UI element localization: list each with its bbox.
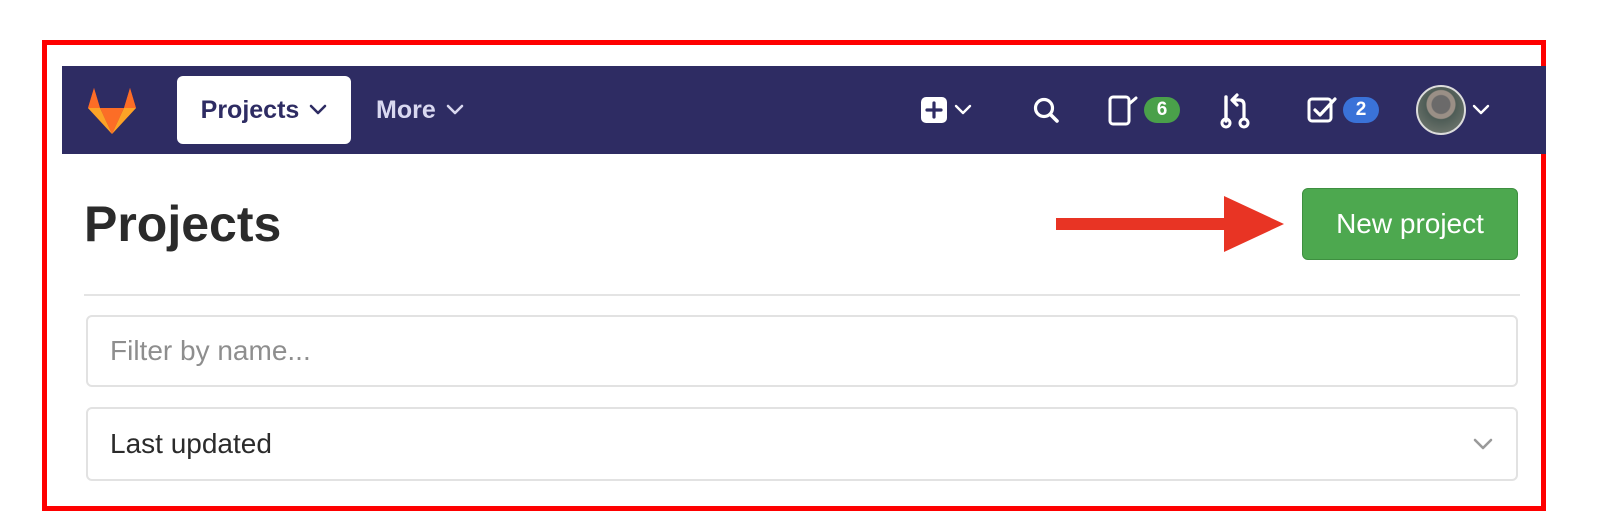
search-button[interactable] [1032,84,1060,136]
plus-square-icon [921,97,947,123]
page-title: Projects [84,196,282,252]
todos-count-badge: 2 [1343,97,1379,123]
filter-by-name-input[interactable] [86,315,1518,387]
chevron-down-icon [446,104,464,115]
chevron-down-icon [1472,104,1490,115]
issues-icon [1108,95,1138,126]
avatar [1416,85,1466,135]
chevron-down-icon [954,104,972,115]
nav-projects-label: Projects [200,95,300,124]
new-project-button[interactable]: New project [1302,188,1518,260]
nav-more-label: More [376,95,436,124]
issues-button[interactable]: 6 [1108,84,1180,136]
nav-projects-dropdown[interactable]: Projects [177,76,351,144]
issues-count-badge: 6 [1144,97,1180,123]
sort-selected-value: Last updated [110,428,272,459]
nav-more-dropdown[interactable]: More [376,76,464,144]
todos-button[interactable]: 2 [1307,84,1379,136]
user-menu-dropdown[interactable] [1416,84,1490,136]
merge-request-icon [1220,93,1250,129]
todo-check-icon [1307,97,1337,123]
gitlab-logo[interactable] [84,84,140,136]
sort-select[interactable]: Last updated [86,407,1518,481]
new-item-dropdown[interactable] [920,84,972,136]
search-icon [1033,97,1059,123]
chevron-down-icon [1473,438,1493,450]
merge-requests-button[interactable] [1218,84,1252,136]
chevron-down-icon [310,104,327,115]
arrow-right-annotation [1056,196,1284,252]
divider [84,294,1520,296]
